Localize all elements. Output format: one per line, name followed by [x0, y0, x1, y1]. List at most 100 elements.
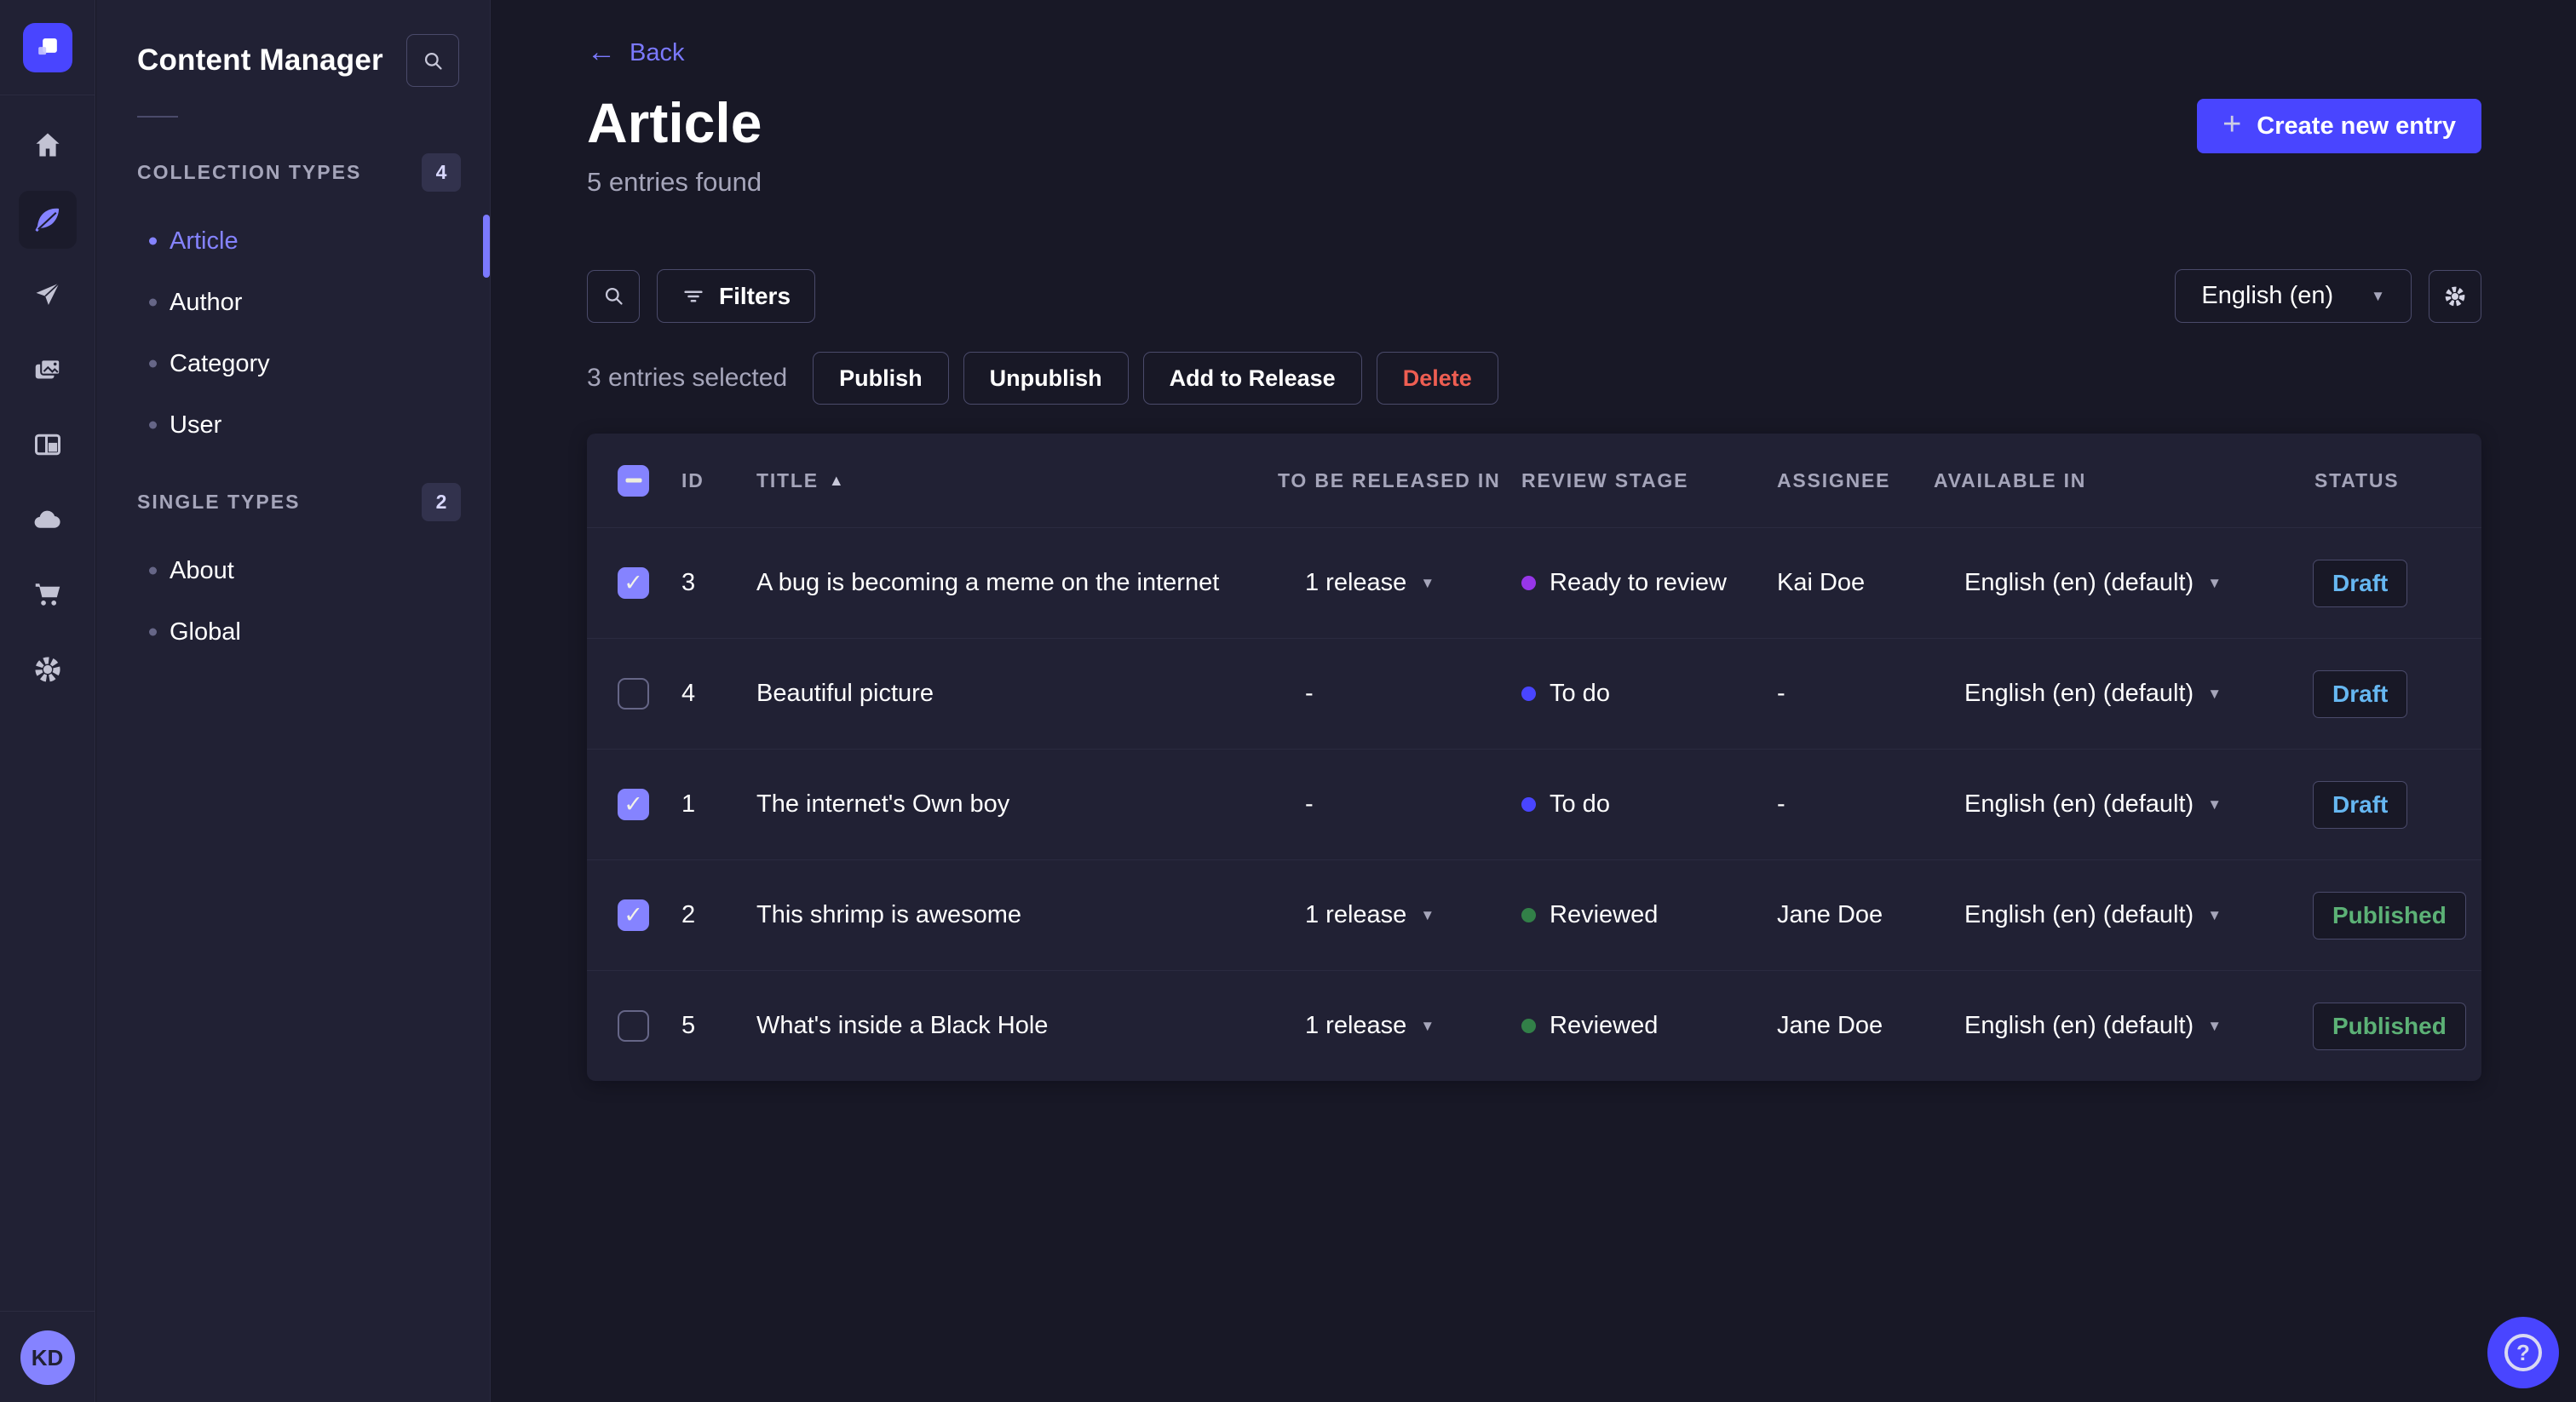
locale-select[interactable]: English (en) ▼	[2175, 269, 2412, 323]
stage-dot	[1521, 576, 1536, 590]
cell-assignee: Jane Doe	[1777, 1012, 1883, 1039]
search-button[interactable]	[406, 34, 459, 87]
user-avatar[interactable]: KD	[20, 1330, 75, 1385]
column-header-review-stage: REVIEW STAGE	[1521, 468, 1689, 491]
chevron-down-icon: ▼	[2207, 1017, 2222, 1034]
table-row[interactable]: 1 The internet's Own boy - ▼ To do - Eng…	[587, 749, 2481, 859]
help-button[interactable]: ?	[2487, 1317, 2559, 1388]
status-badge: Draft	[2313, 780, 2408, 829]
subnav-header: Content Manager	[96, 0, 490, 87]
collection-types-count-badge: 4	[422, 153, 461, 192]
single-types-header: SINGLE TYPES 2	[96, 483, 490, 521]
column-header-release: TO BE RELEASED IN	[1278, 468, 1501, 491]
row-checkbox[interactable]	[618, 789, 649, 820]
table-row[interactable]: 5 What's inside a Black Hole 1 release ▼…	[587, 970, 2481, 1081]
section-label: COLLECTION TYPES	[137, 161, 362, 183]
cell-id: 4	[681, 680, 696, 707]
table-row[interactable]: 3 A bug is becoming a meme on the intern…	[587, 527, 2481, 638]
section-label: SINGLE TYPES	[137, 491, 301, 513]
sidebar-item-category[interactable]: Category	[96, 333, 490, 394]
question-mark-icon: ?	[2504, 1334, 2542, 1371]
status-badge: Draft	[2313, 559, 2408, 607]
create-new-entry-button[interactable]: + Create new entry	[2197, 99, 2481, 153]
nav-icon-list	[0, 107, 95, 707]
feather-icon[interactable]	[0, 182, 95, 257]
row-checkbox[interactable]	[618, 899, 649, 931]
filters-button[interactable]: Filters	[657, 269, 816, 323]
cell-release: - ▼	[1305, 680, 1314, 707]
content-manager-subnav: Content Manager COLLECTION TYPES 4 Artic…	[96, 0, 491, 1402]
cell-id: 2	[681, 901, 696, 928]
cart-icon[interactable]	[0, 557, 95, 632]
row-checkbox[interactable]	[618, 678, 649, 710]
select-all-checkbox[interactable]	[618, 464, 649, 497]
collection-types-list: Article Author Category User	[96, 210, 490, 456]
layout-icon[interactable]	[0, 407, 95, 482]
table-row[interactable]: 2 This shrimp is awesome 1 release ▼ Rev…	[587, 859, 2481, 970]
cell-available-in[interactable]: English (en) (default) ▼	[1934, 569, 2303, 597]
cell-title: The internet's Own boy	[756, 790, 1010, 818]
delete-button[interactable]: Delete	[1376, 352, 1498, 405]
bulk-actions-bar: 3 entries selected Publish Unpublish Add…	[587, 352, 1513, 405]
app-screen: KD Content Manager COLLECTION TYPES 4 Ar…	[0, 0, 2576, 1402]
row-checkbox[interactable]	[618, 567, 649, 599]
status-badge: Published	[2313, 1002, 2466, 1050]
sidebar-item-user[interactable]: User	[96, 394, 490, 456]
stage-dot	[1521, 797, 1536, 812]
cell-release[interactable]: 1 release ▼	[1278, 901, 1521, 929]
sidebar-item-article[interactable]: Article	[96, 210, 490, 272]
gear-icon	[2445, 286, 2465, 306]
cell-available-in[interactable]: English (en) (default) ▼	[1934, 790, 2303, 819]
logo-area	[0, 0, 95, 95]
chevron-down-icon: ▼	[2207, 796, 2222, 813]
cell-release[interactable]: 1 release ▼	[1278, 569, 1521, 597]
row-checkbox[interactable]	[618, 1010, 649, 1042]
chevron-down-icon: ▼	[2371, 287, 2385, 304]
cell-available-in[interactable]: English (en) (default) ▼	[1934, 1012, 2303, 1040]
column-header-title[interactable]: TITLE ▲	[756, 469, 1278, 492]
table-header-row: ID TITLE ▲ TO BE RELEASED IN REVIEW STAG…	[587, 434, 2481, 527]
cell-available-in[interactable]: English (en) (default) ▼	[1934, 901, 2303, 929]
add-to-release-button[interactable]: Add to Release	[1142, 352, 1362, 405]
cell-title: Beautiful picture	[756, 680, 934, 707]
paper-plane-icon[interactable]	[0, 257, 95, 332]
table-search-button[interactable]	[587, 269, 640, 323]
cell-review-stage: Reviewed	[1521, 901, 1777, 929]
single-types-list: About Global	[96, 540, 490, 663]
back-arrow-icon: ←	[587, 35, 616, 68]
gear-icon[interactable]	[0, 632, 95, 707]
cell-release: - ▼	[1305, 790, 1314, 818]
cloud-icon[interactable]	[0, 482, 95, 557]
subnav-title: Content Manager	[137, 43, 383, 77]
strapi-logo-icon[interactable]	[22, 22, 72, 72]
sidebar-item-about[interactable]: About	[96, 540, 490, 601]
publish-button[interactable]: Publish	[813, 352, 949, 405]
cell-available-in[interactable]: English (en) (default) ▼	[1934, 680, 2303, 708]
list-settings-button[interactable]	[2429, 269, 2481, 323]
sidebar-footer: KD	[0, 1311, 95, 1402]
chevron-down-icon: ▼	[2207, 574, 2222, 591]
media-icon[interactable]	[0, 332, 95, 407]
cell-title: A bug is becoming a meme on the internet	[756, 569, 1220, 596]
collection-types-header: COLLECTION TYPES 4	[96, 153, 490, 192]
active-nav-highlight	[18, 191, 77, 249]
back-link[interactable]: ← Back	[587, 35, 684, 68]
subnav-divider	[137, 116, 178, 118]
sidebar-item-global[interactable]: Global	[96, 601, 490, 663]
cell-review-stage: To do	[1521, 790, 1777, 819]
home-icon[interactable]	[0, 107, 95, 182]
plus-icon: +	[2222, 106, 2242, 142]
release-caret: ▼	[1420, 574, 1435, 591]
stage-dot	[1521, 908, 1536, 922]
unpublish-button[interactable]: Unpublish	[963, 352, 1129, 405]
main-content: ← Back Article 5 entries found + Create …	[492, 0, 2576, 1402]
release-caret: ▼	[1420, 1017, 1435, 1034]
column-header-id[interactable]: ID	[681, 469, 756, 492]
cell-release[interactable]: 1 release ▼	[1278, 1012, 1521, 1040]
cell-title: What's inside a Black Hole	[756, 1012, 1049, 1039]
sidebar-item-author[interactable]: Author	[96, 272, 490, 333]
page-title: Article	[587, 91, 762, 154]
chevron-down-icon: ▼	[2207, 906, 2222, 923]
table-row[interactable]: 4 Beautiful picture - ▼ To do - English …	[587, 638, 2481, 749]
cell-id: 1	[681, 790, 696, 818]
